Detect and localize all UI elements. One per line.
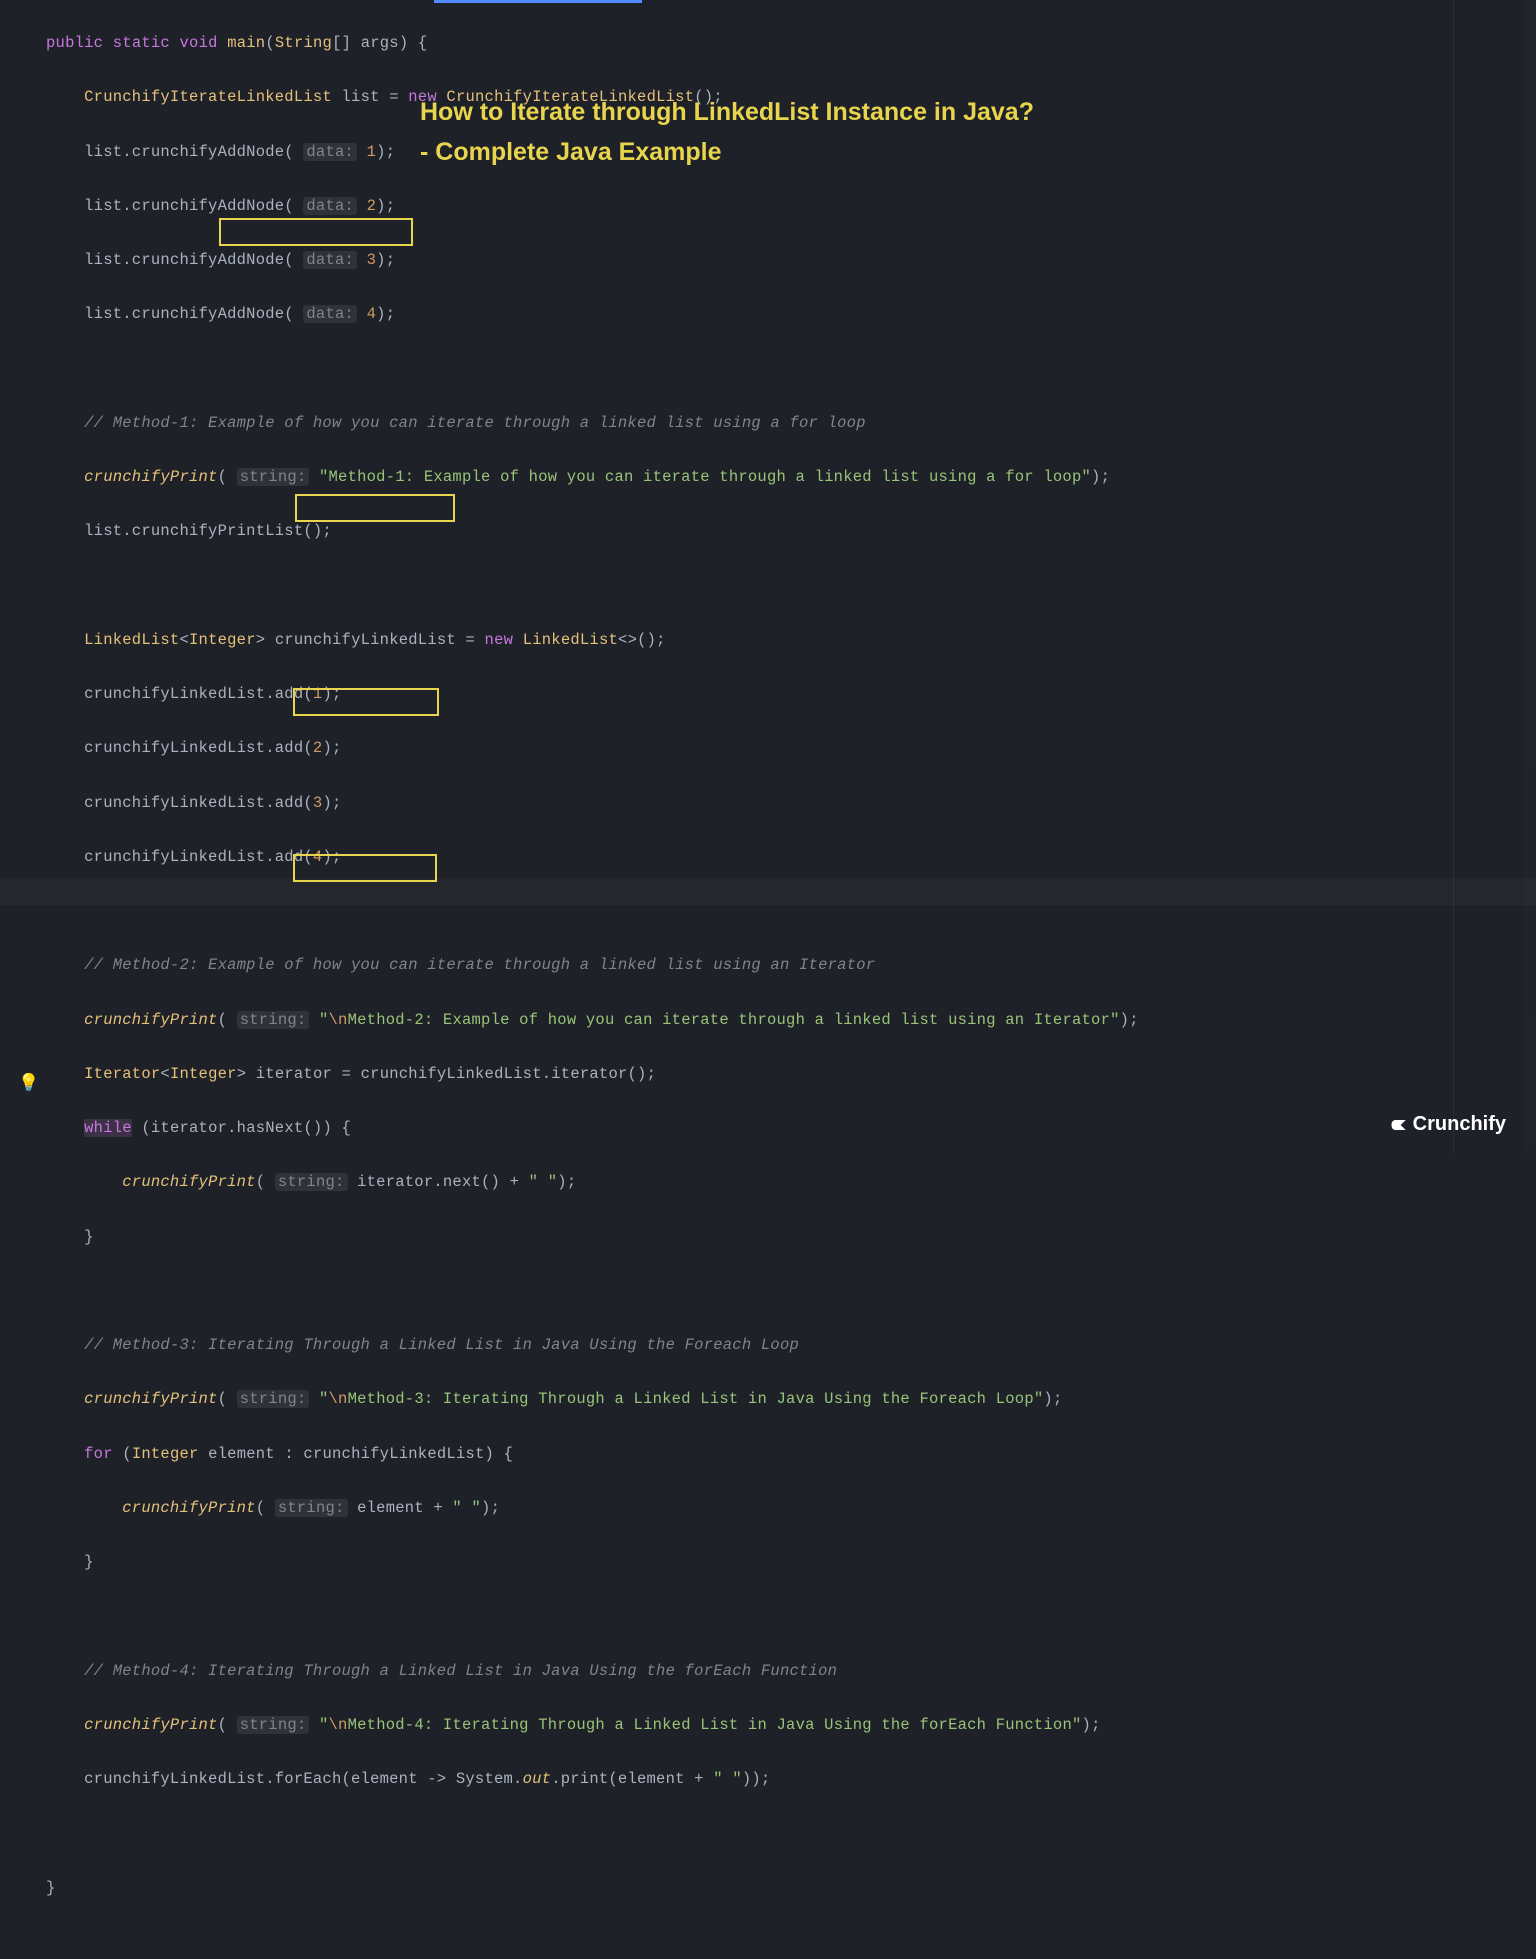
- code-line: list.crunchifyPrintList();: [46, 518, 1536, 545]
- code-line: crunchifyLinkedList.add(1);: [46, 681, 1536, 708]
- param-hint: string:: [237, 1390, 310, 1408]
- code-editor[interactable]: public static void main(String[] args) {…: [0, 0, 1536, 1959]
- code-line: }: [46, 1549, 1536, 1576]
- code-line: // Method-3: Iterating Through a Linked …: [46, 1332, 1536, 1359]
- code-line: public static void main(String[] args) {: [46, 30, 1536, 57]
- code-line: Iterator<Integer> iterator = crunchifyLi…: [46, 1061, 1536, 1088]
- code-line: crunchifyPrint( string: "\nMethod-4: Ite…: [46, 1712, 1536, 1739]
- title-line-2: - Complete Java Example: [420, 138, 722, 166]
- code-line: list.crunchifyAddNode( data: 3);: [46, 247, 1536, 274]
- param-hint: data:: [303, 251, 357, 269]
- code-line: crunchifyPrint( string: iterator.next() …: [46, 1169, 1536, 1196]
- param-hint: string:: [237, 1011, 310, 1029]
- param-hint: data:: [303, 143, 357, 161]
- intention-bulb-icon[interactable]: 💡: [18, 1070, 39, 1100]
- param-hint: string:: [237, 1716, 310, 1734]
- code-line: // Method-1: Example of how you can iter…: [46, 410, 1536, 437]
- code-line: crunchifyLinkedList.add(3);: [46, 790, 1536, 817]
- code-line: [46, 1278, 1536, 1305]
- brand-watermark: Crunchify: [1389, 1107, 1506, 1142]
- brand-name: Crunchify: [1413, 1107, 1506, 1142]
- crunchify-logo-icon: [1389, 1115, 1409, 1135]
- code-line: // Method-2: Example of how you can iter…: [46, 952, 1536, 979]
- code-line: crunchifyPrint( string: element + " ");: [46, 1495, 1536, 1522]
- article-title-overlay: How to Iterate through LinkedList Instan…: [420, 92, 1034, 172]
- code-line: crunchifyPrint( string: "Method-1: Examp…: [46, 464, 1536, 491]
- code-line: list.crunchifyAddNode( data: 4);: [46, 301, 1536, 328]
- code-line: for (Integer element : crunchifyLinkedLi…: [46, 1441, 1536, 1468]
- code-line: crunchifyLinkedList.forEach(element -> S…: [46, 1766, 1536, 1793]
- code-line: crunchifyLinkedList.add(2);: [46, 735, 1536, 762]
- code-line: while (iterator.hasNext()) {: [46, 1115, 1536, 1142]
- code-line: list.crunchifyAddNode( data: 2);: [46, 193, 1536, 220]
- param-hint: data:: [303, 197, 357, 215]
- code-line: crunchifyPrint( string: "\nMethod-2: Exa…: [46, 1007, 1536, 1034]
- param-hint: string:: [237, 468, 310, 486]
- code-line: [46, 573, 1536, 600]
- title-line-1: How to Iterate through LinkedList Instan…: [420, 98, 1034, 126]
- code-line: LinkedList<Integer> crunchifyLinkedList …: [46, 627, 1536, 654]
- code-line: }: [46, 1875, 1536, 1902]
- param-hint: string:: [275, 1499, 348, 1517]
- code-line: }: [46, 1224, 1536, 1251]
- code-line: // Method-4: Iterating Through a Linked …: [46, 1658, 1536, 1685]
- param-hint: string:: [275, 1173, 348, 1191]
- code-line: [46, 898, 1536, 925]
- code-line: [46, 356, 1536, 383]
- code-line: [46, 1603, 1536, 1630]
- param-hint: data:: [303, 305, 357, 323]
- code-line: crunchifyLinkedList.add(4);: [46, 844, 1536, 871]
- code-line: [46, 1820, 1536, 1847]
- code-line: crunchifyPrint( string: "\nMethod-3: Ite…: [46, 1386, 1536, 1413]
